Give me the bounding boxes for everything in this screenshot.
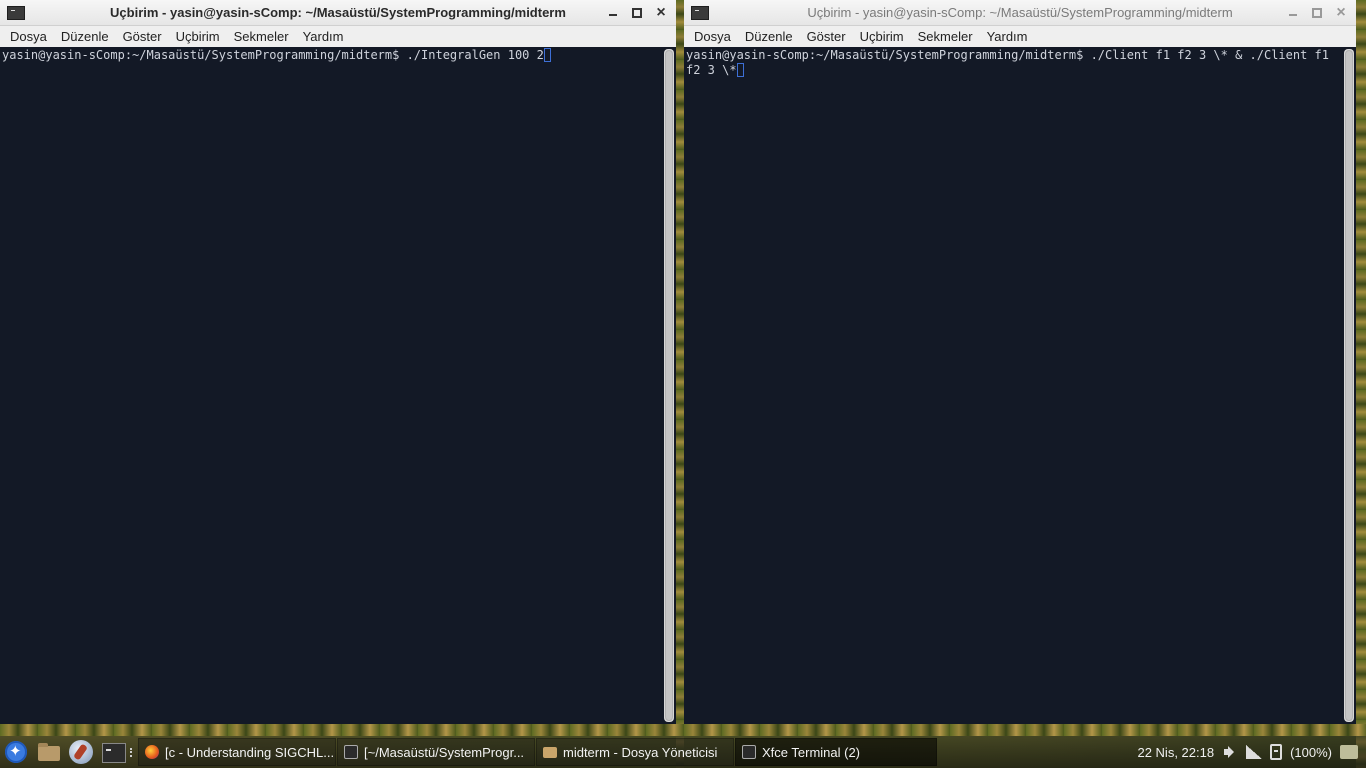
desktop-wallpaper-right xyxy=(1356,0,1366,768)
menu-icon[interactable] xyxy=(3,739,29,765)
battery-percentage: (100%) xyxy=(1290,744,1332,760)
window-title: Uçbirim - yasin@yasin-sComp: ~/Masaüstü/… xyxy=(807,5,1233,20)
folder-icon xyxy=(543,746,557,758)
command-line: yasin@yasin-sComp:~/Masaüstü/SystemProgr… xyxy=(686,48,1337,77)
menu-bar: Dosya Düzenle Göster Uçbirim Sekmeler Ya… xyxy=(684,26,1356,47)
window-title: Uçbirim - yasin@yasin-sComp: ~/Masaüstü/… xyxy=(110,5,566,20)
power-icon[interactable] xyxy=(1340,745,1358,759)
menu-bar: Dosya Düzenle Göster Uçbirim Sekmeler Ya… xyxy=(0,26,676,47)
scrollbar[interactable] xyxy=(664,49,674,722)
menu-terminal[interactable]: Uçbirim xyxy=(853,29,911,44)
scrollbar-thumb[interactable] xyxy=(1345,50,1353,721)
menu-tabs[interactable]: Sekmeler xyxy=(911,29,980,44)
maximize-icon[interactable] xyxy=(630,6,644,20)
clock[interactable]: 22 Nis, 22:18 xyxy=(1137,745,1214,760)
taskbar: [c - Understanding SIGCHL... [~/Masaüstü… xyxy=(0,736,1366,768)
command-line: yasin@yasin-sComp:~/Masaüstü/SystemProgr… xyxy=(2,48,544,62)
text-cursor xyxy=(543,48,551,62)
task-label: Xfce Terminal (2) xyxy=(762,744,861,760)
close-icon[interactable]: × xyxy=(654,4,668,20)
terminal-app-icon[interactable] xyxy=(691,5,709,20)
text-cursor xyxy=(736,63,744,77)
menu-edit[interactable]: Düzenle xyxy=(54,29,116,44)
task-browser[interactable]: [c - Understanding SIGCHL... xyxy=(138,738,336,766)
menu-file[interactable]: Dosya xyxy=(687,29,738,44)
task-xfce-terminal[interactable]: Xfce Terminal (2) xyxy=(735,738,937,766)
terminal-icon[interactable] xyxy=(100,739,126,765)
menu-terminal[interactable]: Uçbirim xyxy=(169,29,227,44)
terminal-output: yasin@yasin-sComp:~/Masaüstü/SystemProgr… xyxy=(2,48,656,63)
file-manager-icon[interactable] xyxy=(36,739,62,765)
close-icon[interactable]: × xyxy=(1334,4,1348,20)
menu-file[interactable]: Dosya xyxy=(3,29,54,44)
terminal-icon xyxy=(742,745,756,759)
terminal-area[interactable]: yasin@yasin-sComp:~/Masaüstü/SystemProgr… xyxy=(684,47,1356,724)
volume-icon[interactable] xyxy=(1222,744,1238,760)
menu-view[interactable]: Göster xyxy=(800,29,853,44)
menu-tabs[interactable]: Sekmeler xyxy=(227,29,296,44)
terminal-area[interactable]: yasin@yasin-sComp:~/Masaüstü/SystemProgr… xyxy=(0,47,676,724)
scrollbar-thumb[interactable] xyxy=(665,50,673,721)
clipboard-icon[interactable] xyxy=(1270,744,1283,760)
menu-help[interactable]: Yardım xyxy=(296,29,351,44)
menu-edit[interactable]: Düzenle xyxy=(738,29,800,44)
task-terminal[interactable]: [~/Masaüstü/SystemProgr... xyxy=(337,738,535,766)
maximize-icon[interactable] xyxy=(1310,6,1324,20)
minimize-icon[interactable] xyxy=(606,6,620,20)
network-signal-icon[interactable] xyxy=(1246,744,1263,760)
firefox-icon xyxy=(145,745,159,759)
scrollbar[interactable] xyxy=(1344,49,1354,722)
separator-handle[interactable] xyxy=(130,748,135,757)
task-label: [c - Understanding SIGCHL... xyxy=(165,744,335,760)
task-label: midterm - Dosya Yöneticisi xyxy=(563,744,718,760)
desktop-wallpaper xyxy=(676,0,684,768)
task-label: [~/Masaüstü/SystemProgr... xyxy=(364,744,525,760)
menu-view[interactable]: Göster xyxy=(116,29,169,44)
terminal-icon xyxy=(344,745,358,759)
title-bar[interactable]: Uçbirim - yasin@yasin-sComp: ~/Masaüstü/… xyxy=(0,0,676,26)
task-file-manager[interactable]: midterm - Dosya Yöneticisi xyxy=(536,738,734,766)
desktop-wallpaper-bottom xyxy=(0,724,1366,736)
menu-help[interactable]: Yardım xyxy=(980,29,1035,44)
title-bar[interactable]: Uçbirim - yasin@yasin-sComp: ~/Masaüstü/… xyxy=(684,0,1356,26)
web-browser-icon[interactable] xyxy=(68,739,94,765)
minimize-icon[interactable] xyxy=(1286,6,1300,20)
terminal-window-right[interactable]: Uçbirim - yasin@yasin-sComp: ~/Masaüstü/… xyxy=(684,0,1356,724)
terminal-window-left[interactable]: Uçbirim - yasin@yasin-sComp: ~/Masaüstü/… xyxy=(0,0,676,724)
terminal-app-icon[interactable] xyxy=(7,5,25,20)
terminal-output: yasin@yasin-sComp:~/Masaüstü/SystemProgr… xyxy=(686,48,1336,78)
system-tray: 22 Nis, 22:18 (100%) xyxy=(1137,736,1366,768)
